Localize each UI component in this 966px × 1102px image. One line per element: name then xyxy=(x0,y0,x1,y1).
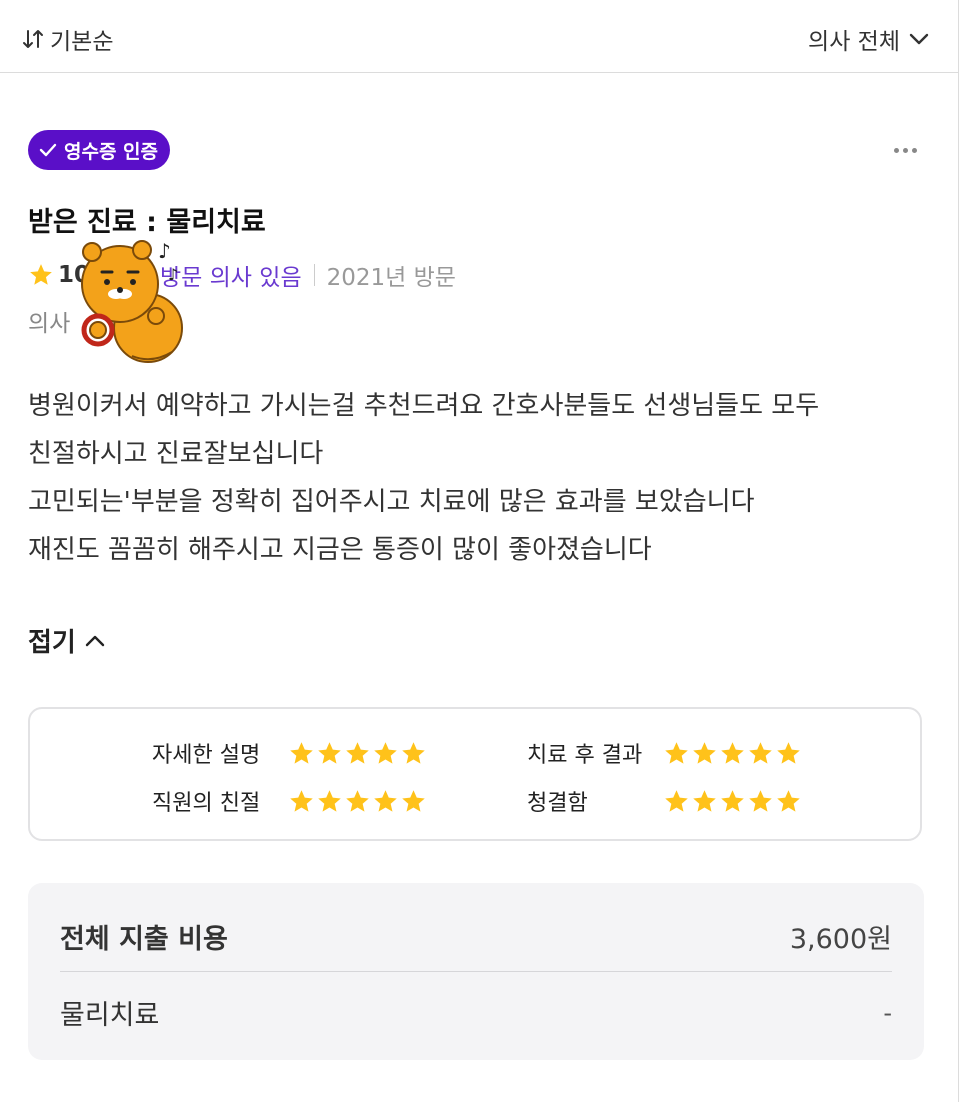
svg-text:♪: ♪ xyxy=(168,265,178,284)
collapse-label: 접기 xyxy=(28,628,76,658)
star-icon xyxy=(318,741,341,764)
receipt-verified-badge: 영수증 인증 xyxy=(28,130,171,170)
star-icon xyxy=(693,789,716,812)
rating-breakdown: 자세한 설명 치료 후 결과 직원의 친절 청결함 xyxy=(28,707,922,841)
score-label: 자세한 설명 xyxy=(152,743,261,768)
sort-icon xyxy=(23,30,43,48)
star-icon xyxy=(721,789,744,812)
review-line: 재진도 꼼꼼히 해주시고 지금은 통증이 많이 좋아졌습니다 xyxy=(28,535,652,565)
star-icon xyxy=(374,789,397,812)
list-toolbar: 기본순 의사 전체 xyxy=(0,0,958,73)
score-cleanliness: 청결함 xyxy=(527,785,803,817)
star-icon xyxy=(30,264,52,285)
review-line: 병원이커서 예약하고 가시는걸 추천드려요 간호사분들도 선생님들도 모두 xyxy=(28,391,820,421)
score-stars xyxy=(663,740,803,767)
total-cost-row: 전체 지출 비용 3,600원 xyxy=(60,917,892,956)
star-icon xyxy=(318,789,341,812)
total-cost-label: 전체 지출 비용 xyxy=(60,924,228,955)
collapse-button[interactable]: 접기 xyxy=(28,622,106,659)
star-icon xyxy=(402,741,425,764)
doctor-name: 의사 xyxy=(28,311,71,337)
sort-button[interactable]: 기본순 xyxy=(22,22,113,56)
cost-item-row: 물리치료 - xyxy=(60,993,892,1032)
star-icon xyxy=(290,741,313,764)
doctor-filter-dropdown[interactable]: 의사 전체 xyxy=(808,22,930,56)
cost-item-label: 물리치료 xyxy=(60,1000,160,1031)
total-cost-value: 3,600원 xyxy=(789,924,892,955)
star-icon xyxy=(693,741,716,764)
more-options-button[interactable] xyxy=(888,136,922,164)
star-icon xyxy=(749,741,772,764)
star-icon xyxy=(290,789,313,812)
score-label: 치료 후 결과 xyxy=(527,743,643,768)
star-icon xyxy=(374,741,397,764)
lion-character-sticker: ♪ ♪ xyxy=(81,239,183,363)
chevron-down-icon xyxy=(909,33,929,45)
chevron-up-icon xyxy=(85,635,105,646)
star-icon xyxy=(402,789,425,812)
score-label: 직원의 친절 xyxy=(152,791,261,816)
visit-year: 2021년 방문 xyxy=(326,265,456,291)
cost-summary: 전체 지출 비용 3,600원 물리치료 - xyxy=(28,883,924,1060)
meta-separator xyxy=(313,264,315,286)
check-icon xyxy=(39,143,57,157)
more-dot-icon xyxy=(893,147,899,153)
score-detail-explanation: 자세한 설명 xyxy=(152,737,428,769)
score-staff-kindness: 직원의 친절 xyxy=(152,785,428,817)
score-stars xyxy=(663,788,803,815)
star-icon xyxy=(346,789,369,812)
score-treatment-result: 치료 후 결과 xyxy=(527,737,803,769)
star-icon xyxy=(665,741,688,764)
score-stars xyxy=(288,740,428,767)
more-dot-icon xyxy=(902,147,908,153)
star-icon xyxy=(749,789,772,812)
doctor-filter-label: 의사 전체 xyxy=(808,29,900,55)
review-body: 병원이커서 예약하고 가시는걸 추천드려요 간호사분들도 선생님들도 모두 친절… xyxy=(28,382,928,574)
score-stars xyxy=(288,788,428,815)
review-line: 고민되는'부분을 정확히 집어주시고 치료에 많은 효과를 보았습니다 xyxy=(28,487,755,517)
review-line: 친절하시고 진료잘보십니다 xyxy=(28,439,324,469)
score-label: 청결함 xyxy=(527,791,588,816)
review-title: 받은 진료 : 물리치료 xyxy=(28,207,266,238)
panel-divider xyxy=(958,0,959,1102)
star-icon xyxy=(721,741,744,764)
sort-label: 기본순 xyxy=(50,29,114,55)
star-icon xyxy=(346,741,369,764)
star-icon xyxy=(777,741,800,764)
cost-divider xyxy=(60,971,892,972)
more-dot-icon xyxy=(911,147,917,153)
star-icon xyxy=(777,789,800,812)
badge-label: 영수증 인증 xyxy=(64,140,159,163)
svg-text:♪: ♪ xyxy=(158,239,171,263)
star-icon xyxy=(665,789,688,812)
cost-item-value: - xyxy=(883,998,892,1027)
